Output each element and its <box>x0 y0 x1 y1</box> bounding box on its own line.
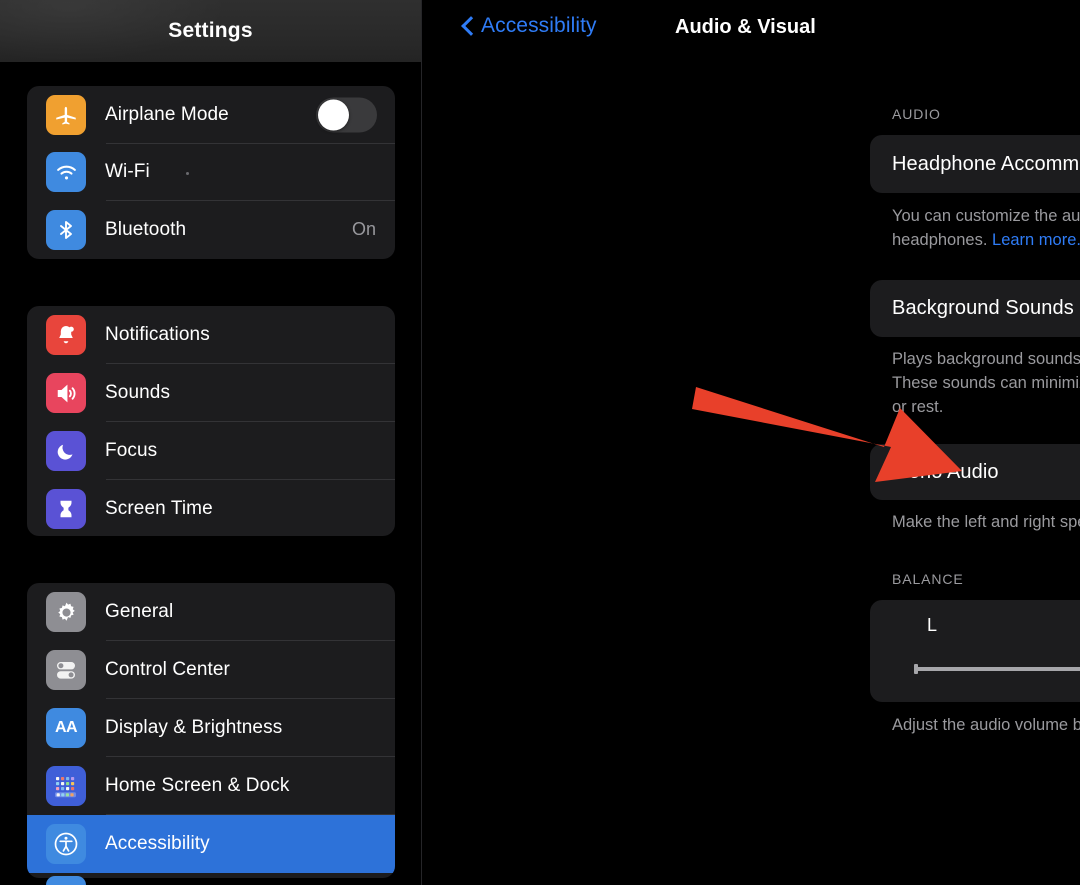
sidebar-item-display-brightness[interactable]: AA Display & Brightness <box>27 699 395 757</box>
sidebar-item-airplane-mode[interactable]: Airplane Mode <box>27 86 395 144</box>
section-header-audio: AUDIO <box>892 106 941 122</box>
sidebar-item-label: Sounds <box>105 382 171 403</box>
row-background-sounds[interactable]: Background Sounds Off <box>870 280 1080 337</box>
back-button-label: Accessibility <box>481 14 597 37</box>
toggle-knob <box>318 99 349 131</box>
sidebar-item-label: Wi-Fi <box>105 161 150 183</box>
bell-icon <box>46 315 86 355</box>
sidebar-item-label: Accessibility <box>105 833 210 854</box>
sidebar-item-home-screen-dock[interactable]: Home Screen & Dock <box>27 757 395 815</box>
airplane-icon <box>46 94 86 135</box>
sidebar-item-label: Bluetooth <box>105 218 187 240</box>
wifi-icon <box>46 152 86 193</box>
sidebar-item-label: General <box>105 601 174 622</box>
airplane-mode-toggle[interactable] <box>316 97 377 133</box>
sidebar-item-screen-time[interactable]: Screen Time <box>27 480 395 536</box>
sidebar-item-next-partial-icon[interactable] <box>46 876 86 885</box>
sidebar-item-label: Home Screen & Dock <box>105 775 290 796</box>
chevron-left-icon <box>463 17 474 35</box>
speaker-icon <box>46 373 86 413</box>
footnote-mono-audio: Make the left and right speakers play th… <box>892 513 1080 531</box>
background-sounds-card: Background Sounds Off <box>870 280 1080 337</box>
row-title: Background Sounds <box>892 297 1074 319</box>
page-title: Settings <box>168 19 253 42</box>
row-title: Mono Audio <box>892 460 999 483</box>
settings-split-view: Settings Airplane Mode Wi-Fi Bluetooth O… <box>0 0 1080 885</box>
sidebar-item-general[interactable]: General <box>27 583 395 641</box>
footnote-line-1: Plays background sounds to mask unwanted… <box>892 350 1080 368</box>
headphone-accommodations-card: Headphone Accommodations Off <box>870 135 1080 193</box>
sidebar-group-system: General Control Center AA Display & Brig… <box>27 583 395 878</box>
detail-header: Accessibility Audio & Visual <box>422 0 1080 58</box>
settings-sidebar: Settings Airplane Mode Wi-Fi Bluetooth O… <box>0 0 421 885</box>
footnote-line-2: These sounds can minimize distractions a… <box>892 374 1080 392</box>
detail-pane: Accessibility Audio & Visual AUDIO Headp… <box>422 0 1080 885</box>
sidebar-item-label: Airplane Mode <box>105 103 229 125</box>
bluetooth-icon <box>46 209 86 250</box>
sidebar-item-label: Focus <box>105 440 158 461</box>
balance-value: 0.00 <box>870 615 1080 637</box>
sidebar-item-bluetooth[interactable]: Bluetooth On <box>27 201 395 259</box>
sidebar-item-label: Control Center <box>105 659 230 680</box>
row-mono-audio[interactable]: Mono Audio <box>870 444 1080 500</box>
control-center-icon <box>46 650 86 690</box>
home-screen-dock-icon <box>46 766 86 806</box>
sidebar-item-notifications[interactable]: Notifications <box>27 306 395 364</box>
row-headphone-accommodations[interactable]: Headphone Accommodations Off <box>870 135 1080 193</box>
sidebar-item-control-center[interactable]: Control Center <box>27 641 395 699</box>
sidebar-item-focus[interactable]: Focus <box>27 422 395 480</box>
sidebar-group-connectivity: Airplane Mode Wi-Fi Bluetooth On <box>27 86 395 259</box>
display-brightness-icon: AA <box>46 708 86 748</box>
sidebar-group-alerts: Notifications Sounds Focus Screen Time <box>27 306 395 536</box>
section-header-balance: BALANCE <box>892 571 964 587</box>
wifi-status-dot <box>186 172 189 176</box>
footnote-balance: Adjust the audio volume balance between … <box>892 716 1080 734</box>
moon-icon <box>46 431 86 471</box>
bluetooth-status-value: On <box>351 219 376 240</box>
hourglass-icon <box>46 489 86 529</box>
footnote-background-sounds: Plays background sounds to mask unwanted… <box>892 347 1080 419</box>
sidebar-item-label: Display & Brightness <box>105 717 283 738</box>
accessibility-icon <box>46 824 86 864</box>
footnote-headphone-accommodations: You can customize the audio for supporte… <box>892 204 1080 252</box>
mono-audio-card: Mono Audio <box>870 444 1080 500</box>
learn-more-link[interactable]: Learn more... <box>992 231 1080 249</box>
balance-card: L 0.00 R <box>870 600 1080 702</box>
sidebar-item-accessibility[interactable]: Accessibility <box>27 815 395 873</box>
footnote-line-3: or rest. <box>892 398 944 416</box>
sidebar-item-label: Screen Time <box>105 498 213 519</box>
balance-slider[interactable] <box>914 664 1080 674</box>
footnote-line-2: headphones. <box>892 231 993 249</box>
footnote-line-1: You can customize the audio for supporte… <box>892 207 1080 225</box>
row-title: Headphone Accommodations <box>892 152 1080 175</box>
sidebar-item-label: Notifications <box>105 324 210 345</box>
gear-icon <box>46 592 86 632</box>
sidebar-item-wifi[interactable]: Wi-Fi <box>27 144 395 201</box>
detail-title: Audio & Visual <box>675 16 816 38</box>
back-button[interactable]: Accessibility <box>463 14 597 38</box>
sidebar-header: Settings <box>0 0 421 62</box>
sidebar-item-sounds[interactable]: Sounds <box>27 364 395 422</box>
